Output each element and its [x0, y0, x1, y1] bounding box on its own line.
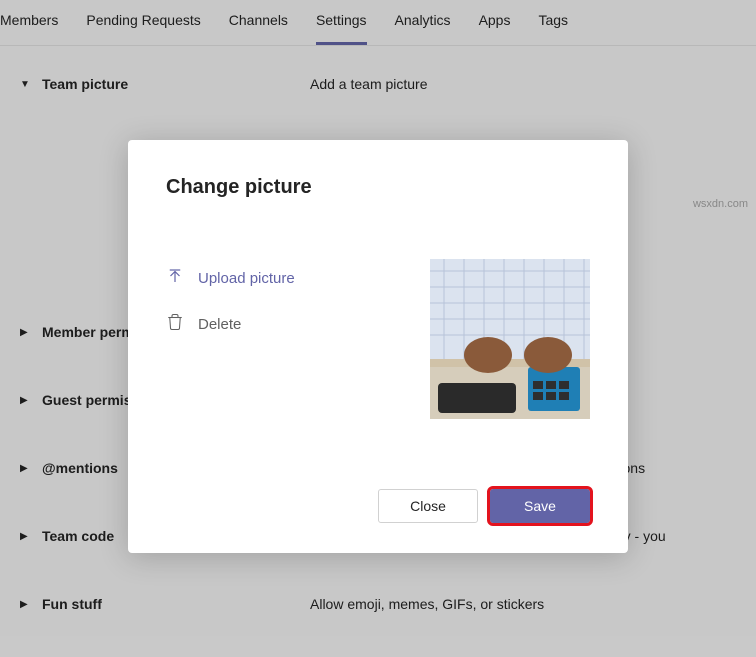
upload-icon — [166, 267, 184, 289]
picture-preview — [430, 259, 590, 419]
modal-overlay: Change picture Upload picture — [0, 0, 756, 657]
dialog-title: Change picture — [166, 176, 590, 199]
delete-label: Delete — [198, 316, 241, 333]
watermark: wsxdn.com — [693, 198, 748, 210]
upload-picture-button[interactable]: Upload picture — [166, 267, 295, 289]
save-button[interactable]: Save — [490, 489, 590, 523]
close-button[interactable]: Close — [378, 489, 478, 523]
delete-picture-button[interactable]: Delete — [166, 313, 295, 335]
change-picture-dialog: Change picture Upload picture — [128, 140, 628, 553]
upload-label: Upload picture — [198, 270, 295, 287]
trash-icon — [166, 313, 184, 335]
